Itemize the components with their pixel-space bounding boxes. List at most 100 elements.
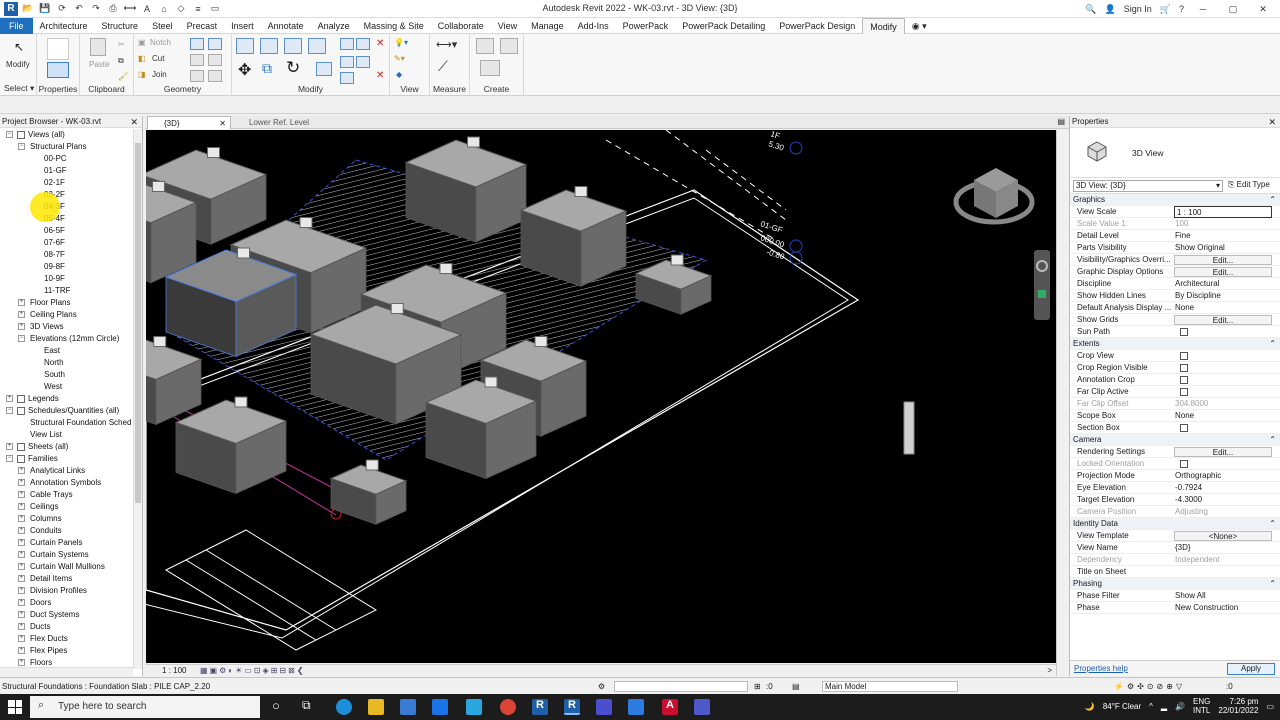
- acrobat-icon[interactable]: A: [662, 699, 678, 715]
- tree-item[interactable]: − Schedules/Quantities (all): [0, 405, 133, 417]
- tree-item[interactable]: 06-5F: [0, 225, 133, 237]
- tab-collaborate[interactable]: Collaborate: [431, 18, 491, 34]
- close-icon[interactable]: ✕: [130, 116, 138, 128]
- tree-item[interactable]: + Division Profiles: [0, 585, 133, 597]
- modify-tool-label[interactable]: Modify: [6, 60, 30, 69]
- undo-icon[interactable]: ↶: [72, 3, 86, 15]
- collapse-icon[interactable]: −: [18, 143, 25, 150]
- properties-help-link[interactable]: Properties help: [1074, 664, 1128, 673]
- delete-icon[interactable]: ✕: [376, 70, 384, 81]
- language-indicator[interactable]: ENG INTL: [1193, 697, 1210, 715]
- cope-icon[interactable]: ▣: [138, 38, 146, 47]
- property-checkbox[interactable]: [1180, 328, 1188, 336]
- expand-icon[interactable]: +: [18, 659, 25, 666]
- tab-3d-view[interactable]: {3D} ✕: [147, 116, 231, 129]
- tree-item[interactable]: + Flex Ducts: [0, 633, 133, 645]
- print-icon[interactable]: ⎙: [106, 3, 120, 15]
- tab-steel[interactable]: Steel: [145, 18, 180, 34]
- tree-item[interactable]: + Floor Plans: [0, 297, 133, 309]
- save-icon[interactable]: 💾: [38, 3, 52, 15]
- create-assembly-icon[interactable]: [476, 38, 494, 54]
- revit-logo-icon[interactable]: R: [4, 1, 18, 16]
- property-value[interactable]: By Discipline: [1174, 290, 1272, 302]
- windows-start-icon[interactable]: [8, 700, 22, 714]
- thin-lines-icon[interactable]: ≡: [191, 3, 205, 15]
- property-checkbox[interactable]: [1180, 376, 1188, 384]
- tree-item[interactable]: − Structural Plans: [0, 141, 133, 153]
- linework-icon[interactable]: ✎▾: [394, 54, 405, 63]
- tree-item[interactable]: 00-PC: [0, 153, 133, 165]
- scroll-thumb[interactable]: [135, 143, 141, 503]
- select-group-label[interactable]: Select ▾: [0, 83, 36, 94]
- property-value[interactable]: Show All: [1174, 590, 1272, 602]
- weather-icon[interactable]: 🌙: [1085, 702, 1095, 711]
- weather-text[interactable]: 84°F Clear: [1103, 702, 1141, 711]
- teams-icon[interactable]: [694, 699, 710, 715]
- match-properties-icon[interactable]: 🖌: [118, 72, 128, 81]
- 3d-model-canvas[interactable]: 1F 5.30 01-GF 000.00 -0.80: [146, 130, 1056, 663]
- demolish-icon[interactable]: [208, 54, 222, 66]
- edge-icon[interactable]: [336, 699, 352, 715]
- tree-item[interactable]: + Curtain Panels: [0, 537, 133, 549]
- pin-icon[interactable]: [340, 72, 354, 84]
- property-input[interactable]: 1 : 100: [1174, 206, 1272, 218]
- tab-structure[interactable]: Structure: [95, 18, 146, 34]
- mirror-pick-axis-icon[interactable]: [284, 38, 302, 54]
- selection-filter-icons[interactable]: ⚡⚙✣⊙⊘⊕▽: [1114, 678, 1185, 695]
- measure-icon[interactable]: ⟷: [123, 3, 137, 15]
- tree-item[interactable]: North: [0, 357, 133, 369]
- expand-icon[interactable]: +: [18, 539, 25, 546]
- type-properties-icon[interactable]: [47, 38, 69, 60]
- zoom-app-icon[interactable]: [628, 699, 644, 715]
- worksharing-icon[interactable]: ⚙: [598, 678, 605, 695]
- view-scale[interactable]: 1 : 100: [162, 665, 186, 677]
- tray-chevron-icon[interactable]: ^: [1149, 702, 1153, 711]
- tree-item[interactable]: 08-7F: [0, 249, 133, 261]
- tree-item[interactable]: 01-GF: [0, 165, 133, 177]
- scroll-right-arrow[interactable]: >: [1047, 665, 1052, 677]
- property-value[interactable]: None: [1174, 410, 1272, 422]
- tab-insert[interactable]: Insert: [224, 18, 261, 34]
- file-explorer-icon[interactable]: [368, 699, 384, 715]
- store-icon[interactable]: [400, 699, 416, 715]
- help-button[interactable]: ?: [1179, 4, 1184, 14]
- tree-item[interactable]: − Elevations (12mm Circle): [0, 333, 133, 345]
- tab-file[interactable]: File: [0, 17, 33, 34]
- collapse-icon[interactable]: ⌃: [1269, 578, 1276, 590]
- tree-item[interactable]: 04-3F: [0, 201, 133, 213]
- tab-manage[interactable]: Manage: [524, 18, 571, 34]
- property-value[interactable]: Architectural: [1174, 278, 1272, 290]
- align-icon[interactable]: [236, 38, 254, 54]
- tab-analyze[interactable]: Analyze: [311, 18, 357, 34]
- maximize-button[interactable]: ▢: [1222, 4, 1244, 15]
- tree-item[interactable]: + Doors: [0, 597, 133, 609]
- paste-label[interactable]: Paste: [89, 60, 109, 69]
- tree-item[interactable]: + Annotation Symbols: [0, 477, 133, 489]
- property-value[interactable]: New Construction: [1174, 602, 1272, 614]
- copy-element-icon[interactable]: ⧉: [262, 60, 272, 77]
- taskbar-search-input[interactable]: Type here to search: [30, 696, 260, 718]
- collapse-icon[interactable]: ⌃: [1269, 194, 1276, 206]
- expand-icon[interactable]: +: [18, 479, 25, 486]
- browser-horizontal-scrollbar[interactable]: [0, 667, 133, 676]
- tree-item[interactable]: 02-1F: [0, 177, 133, 189]
- property-checkbox[interactable]: [1180, 424, 1188, 432]
- mail-icon[interactable]: [432, 699, 448, 715]
- cut-label[interactable]: Cut: [152, 54, 164, 63]
- expand-icon[interactable]: +: [18, 323, 25, 330]
- copy-icon[interactable]: ⧉: [118, 56, 124, 66]
- tree-item[interactable]: + Columns: [0, 513, 133, 525]
- collapse-icon[interactable]: −: [18, 335, 25, 342]
- measure-icon[interactable]: ⟷▾: [436, 38, 457, 51]
- cut-icon[interactable]: ◧: [138, 54, 146, 63]
- expand-icon[interactable]: +: [18, 647, 25, 654]
- task-view-icon[interactable]: ⧉: [302, 698, 311, 713]
- expand-icon[interactable]: +: [18, 599, 25, 606]
- cart-icon[interactable]: 🛒: [1160, 4, 1171, 15]
- search-icon[interactable]: 🔍: [1085, 4, 1096, 15]
- tab-massing-site[interactable]: Massing & Site: [357, 18, 431, 34]
- column-element[interactable]: [903, 401, 915, 455]
- collapse-icon[interactable]: −: [6, 407, 13, 414]
- tree-item[interactable]: 11-TRF: [0, 285, 133, 297]
- browser-vertical-scrollbar[interactable]: [133, 129, 142, 669]
